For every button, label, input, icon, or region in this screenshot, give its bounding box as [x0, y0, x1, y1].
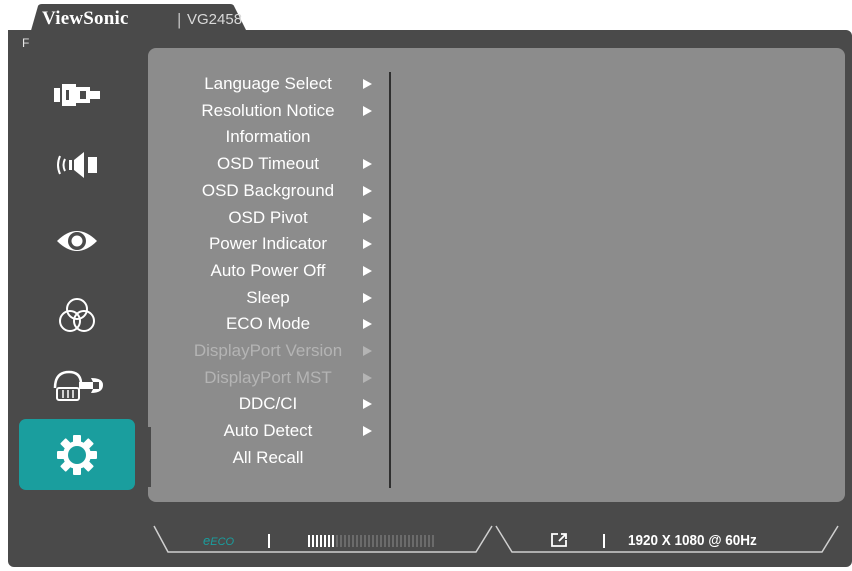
menu-item[interactable]: Language Select	[168, 71, 368, 97]
submenu-arrow-icon	[363, 239, 372, 249]
eco-mode-indicator: eECO	[203, 533, 235, 548]
menu-divider	[389, 72, 391, 488]
input-plug-icon	[54, 84, 100, 106]
model-name: VG2458	[187, 11, 243, 28]
menu-item[interactable]: OSD Timeout	[168, 151, 368, 177]
corner-letter: F	[22, 36, 30, 50]
gear-icon	[57, 434, 97, 475]
submenu-arrow-icon	[363, 79, 372, 89]
nav-setup-menu[interactable]	[19, 419, 135, 490]
menu-item[interactable]: ECO Mode	[168, 311, 368, 337]
nav-manual-image-adjust[interactable]	[19, 352, 135, 418]
submenu-arrow-icon	[363, 373, 372, 383]
brand-logo: ViewSonic	[42, 8, 129, 29]
menu-item[interactable]: OSD Pivot	[168, 205, 368, 231]
hand-wrench-icon	[53, 370, 103, 401]
eco-label: ECO	[210, 536, 235, 548]
submenu-arrow-icon	[363, 426, 372, 436]
submenu-arrow-icon	[363, 213, 372, 223]
active-tab-connector	[137, 427, 151, 487]
nav-color-adjust[interactable]	[19, 282, 135, 348]
menu-item[interactable]: Power Indicator	[168, 231, 368, 257]
nav-audio-adjust[interactable]	[19, 132, 135, 198]
status-separator	[268, 534, 270, 548]
speaker-icon	[57, 152, 97, 178]
brand-separator: |	[177, 10, 182, 29]
menu-item[interactable]: DDC/CI	[168, 391, 368, 417]
color-circles-icon	[59, 298, 95, 332]
submenu-arrow-icon	[363, 266, 372, 276]
submenu-arrow-icon	[363, 399, 372, 409]
submenu-arrow-icon	[363, 159, 372, 169]
menu-item[interactable]: Auto Detect	[168, 418, 368, 444]
submenu-arrow-icon	[363, 106, 372, 116]
resolution-readout: 1920 X 1080 @ 60Hz	[628, 532, 757, 549]
submenu-arrow-icon	[363, 319, 372, 329]
menu-item: DisplayPort Version	[193, 341, 343, 360]
menu-item[interactable]: Auto Power Off	[168, 258, 368, 284]
nav-viewmode[interactable]	[19, 208, 135, 274]
eye-icon	[57, 231, 97, 251]
submenu-arrow-icon	[363, 346, 372, 356]
menu-item[interactable]: OSD Background	[168, 178, 368, 204]
menu-item[interactable]: Information	[168, 124, 368, 150]
menu-item[interactable]: Sleep	[168, 285, 368, 311]
submenu-arrow-icon	[363, 293, 372, 303]
nav-input-select[interactable]	[19, 62, 135, 128]
menu-item[interactable]: All Recall	[168, 445, 368, 471]
eco-level-fill	[308, 535, 334, 547]
status-separator	[603, 534, 605, 548]
eco-level-bar	[308, 535, 436, 547]
menu-item: DisplayPort MST	[204, 368, 332, 387]
menu-item[interactable]: Resolution Notice	[168, 98, 368, 124]
input-source-icon	[551, 533, 567, 547]
submenu-arrow-icon	[363, 186, 372, 196]
